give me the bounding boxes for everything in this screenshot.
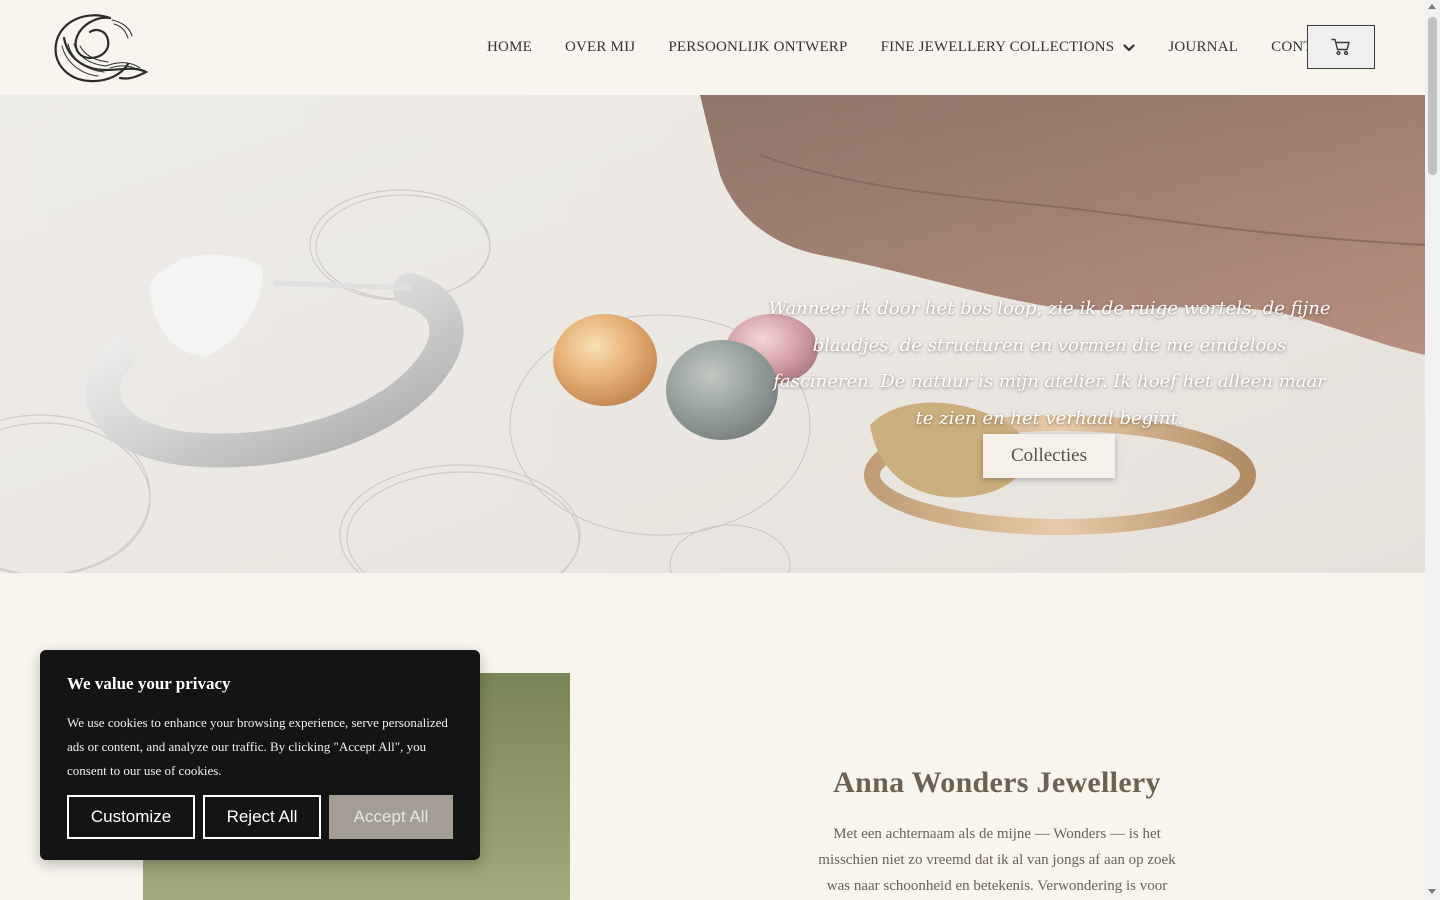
intro-text: Met een achternaam als de mijne — Wonder… bbox=[818, 826, 1176, 894]
scrollbar-thumb[interactable] bbox=[1428, 17, 1437, 175]
site-header: HOME OVER MIJ PERSOONLIJK ONTWERP FINE J… bbox=[0, 0, 1425, 95]
nav-fine-jewellery-collections-label: FINE JEWELLERY COLLECTIONS bbox=[880, 39, 1115, 55]
cookie-title: We value your privacy bbox=[67, 674, 231, 693]
nav-fine-jewellery-collections[interactable]: FINE JEWELLERY COLLECTIONS bbox=[881, 39, 1136, 56]
shopping-cart-icon bbox=[1331, 38, 1350, 56]
wave-swirl-logo-icon bbox=[54, 14, 149, 83]
page-scrollbar[interactable] bbox=[1425, 0, 1440, 900]
nav-over-mij[interactable]: OVER MIJ bbox=[565, 39, 635, 56]
hero-section: Wanneer ik door het bos loop, zie ik de … bbox=[0, 95, 1425, 573]
scroll-up-arrow-icon[interactable] bbox=[1428, 4, 1436, 9]
cookie-buttons: Customize Reject All Accept All bbox=[67, 795, 453, 839]
cookie-text: We use cookies to enhance your browsing … bbox=[67, 715, 448, 778]
page: HOME OVER MIJ PERSOONLIJK ONTWERP FINE J… bbox=[0, 0, 1440, 900]
nav-over-mij-label: OVER MIJ bbox=[564, 39, 636, 55]
site-logo[interactable] bbox=[50, 10, 150, 84]
hero-quote: Wanneer ik door het bos loop, zie ik de … bbox=[768, 298, 1331, 429]
nav-home-label: HOME bbox=[487, 39, 532, 55]
scroll-down-arrow-icon[interactable] bbox=[1428, 889, 1436, 894]
nav-persoonlijk-ontwerp-label: PERSOONLIJK ONTWERP bbox=[668, 39, 848, 55]
nav-home[interactable]: HOME bbox=[487, 39, 532, 56]
cart-button[interactable] bbox=[1307, 25, 1375, 69]
nav-journal-label: JOURNAL bbox=[1168, 39, 1239, 55]
main-nav: HOME OVER MIJ PERSOONLIJK ONTWERP FINE J… bbox=[487, 0, 1342, 95]
nav-persoonlijk-ontwerp[interactable]: PERSOONLIJK ONTWERP bbox=[668, 39, 847, 56]
cookie-consent-banner: We value your privacy We use cookies to … bbox=[40, 650, 480, 860]
reject-all-button[interactable]: Reject All bbox=[203, 795, 321, 839]
accept-all-button[interactable]: Accept All bbox=[329, 795, 453, 839]
collecties-button[interactable]: Collecties bbox=[983, 434, 1115, 478]
intro-title: Anna Wonders Jewellery bbox=[833, 766, 1161, 799]
nav-journal[interactable]: JOURNAL bbox=[1168, 39, 1238, 56]
customize-button[interactable]: Customize bbox=[67, 795, 195, 839]
chevron-down-icon bbox=[1123, 43, 1135, 51]
